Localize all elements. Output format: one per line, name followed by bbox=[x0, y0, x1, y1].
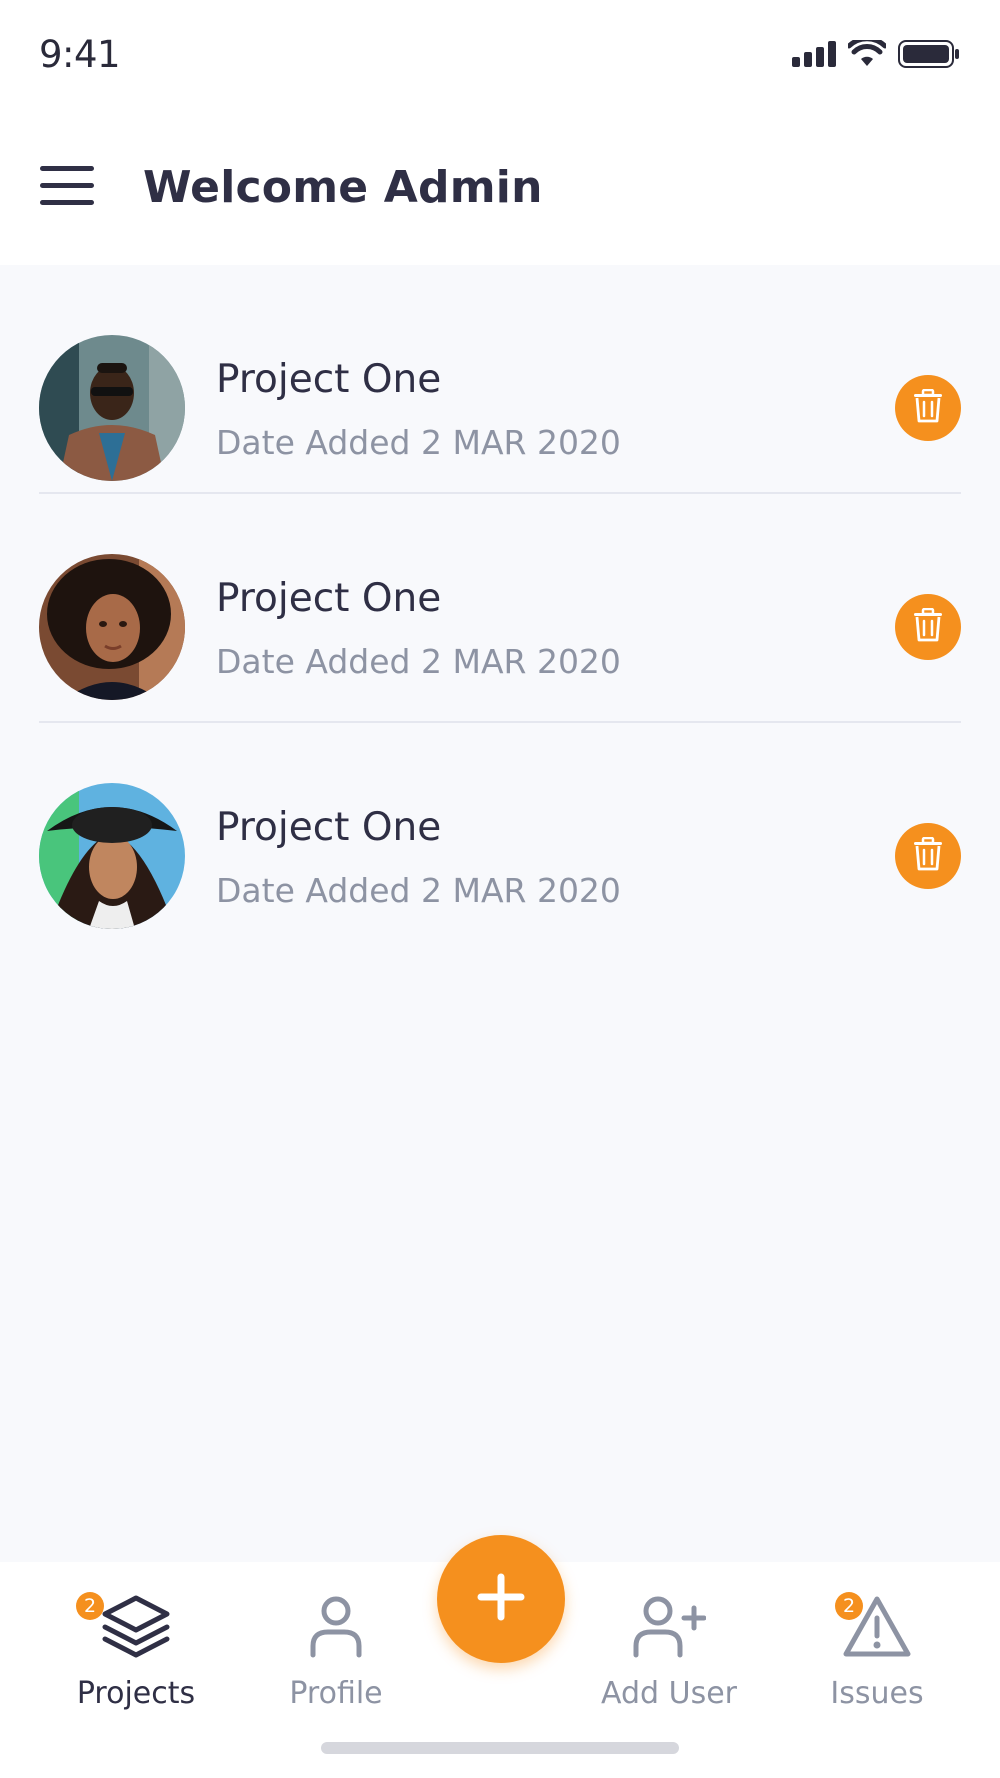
project-list: Project One Date Added 2 MAR 2020 Projec… bbox=[39, 265, 961, 952]
trash-icon bbox=[913, 836, 943, 875]
status-icons bbox=[792, 36, 960, 72]
plus-icon bbox=[477, 1573, 525, 1625]
delete-button[interactable] bbox=[895, 823, 961, 889]
main-content: Project One Date Added 2 MAR 2020 Projec… bbox=[0, 265, 1000, 1562]
nav-issues[interactable]: 2 Issues bbox=[777, 1592, 977, 1711]
nav-add-user[interactable]: Add User bbox=[569, 1592, 769, 1711]
delete-button[interactable] bbox=[895, 375, 961, 441]
trash-icon bbox=[913, 388, 943, 427]
delete-button[interactable] bbox=[895, 594, 961, 660]
list-item[interactable]: Project One Date Added 2 MAR 2020 bbox=[39, 723, 961, 952]
menu-icon[interactable] bbox=[40, 166, 96, 206]
nav-projects[interactable]: 2 Projects bbox=[36, 1592, 236, 1711]
nav-profile[interactable]: Profile bbox=[236, 1592, 436, 1711]
nav-label: Issues bbox=[830, 1676, 924, 1711]
wifi-icon bbox=[846, 36, 888, 72]
nav-label: Projects bbox=[76, 1676, 196, 1711]
avatar bbox=[39, 783, 185, 929]
project-date: Date Added 2 MAR 2020 bbox=[216, 423, 621, 462]
notification-badge: 2 bbox=[76, 1592, 104, 1620]
avatar bbox=[39, 335, 185, 481]
app-header: Welcome Admin bbox=[0, 110, 1000, 265]
project-name: Project One bbox=[216, 357, 442, 402]
notification-badge: 2 bbox=[835, 1592, 863, 1620]
page-title: Welcome Admin bbox=[143, 162, 543, 213]
user-icon bbox=[308, 1594, 364, 1662]
list-item[interactable]: Project One Date Added 2 MAR 2020 bbox=[39, 494, 961, 723]
status-time: 9:41 bbox=[39, 33, 121, 76]
battery-icon bbox=[898, 40, 960, 72]
user-plus-icon bbox=[632, 1594, 707, 1662]
project-name: Project One bbox=[216, 576, 442, 621]
status-bar: 9:41 bbox=[0, 0, 1000, 110]
nav-label: Profile bbox=[289, 1676, 383, 1711]
project-date: Date Added 2 MAR 2020 bbox=[216, 871, 621, 910]
avatar bbox=[39, 554, 185, 700]
signal-icon bbox=[792, 41, 836, 71]
add-button[interactable] bbox=[437, 1535, 565, 1663]
home-indicator bbox=[321, 1742, 679, 1754]
bottom-nav: 2 Projects Profile Add User 2 Issues bbox=[0, 1535, 1000, 1778]
layers-icon bbox=[101, 1594, 171, 1662]
project-name: Project One bbox=[216, 805, 442, 850]
trash-icon bbox=[913, 607, 943, 646]
project-date: Date Added 2 MAR 2020 bbox=[216, 642, 621, 681]
list-item[interactable]: Project One Date Added 2 MAR 2020 bbox=[39, 265, 961, 494]
nav-label: Add User bbox=[601, 1676, 737, 1711]
